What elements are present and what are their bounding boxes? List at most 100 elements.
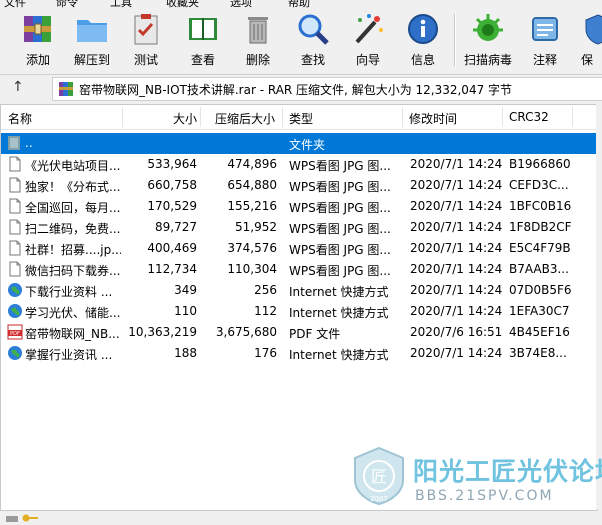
cell-modified: 2020/7/1 14:24 bbox=[410, 283, 503, 297]
file-row[interactable]: 下载行业资料 ... 349 256 Internet 快捷方式 2020/7/1 14… bbox=[1, 280, 597, 301]
test-label: 测试 bbox=[133, 53, 158, 67]
cell-name: 扫二维码，免费... bbox=[25, 222, 121, 236]
drive-icon bbox=[6, 516, 18, 522]
cell-type: WPS看图 JPG 图... bbox=[289, 222, 391, 236]
cell-type: Internet 快捷方式 bbox=[289, 348, 389, 362]
cell-packed: 51,952 bbox=[235, 220, 277, 234]
cell-type: WPS看图 JPG 图... bbox=[289, 264, 391, 278]
cell-size: 10,363,219 bbox=[128, 325, 197, 339]
delete-trash-icon bbox=[248, 17, 268, 44]
column-divider[interactable] bbox=[122, 107, 123, 127]
virus-scan-button[interactable]: 扫描病毒 bbox=[461, 6, 515, 70]
delete-label: 删除 bbox=[245, 53, 270, 67]
column-divider[interactable] bbox=[200, 107, 201, 127]
find-magnifier-icon bbox=[298, 14, 329, 45]
cell-type: WPS看图 JPG 图... bbox=[289, 243, 391, 257]
file-row[interactable]: PDF 窑带物联网_NB... 10,363,219 3,675,680 PDF 文件 2… bbox=[1, 322, 597, 343]
info-button[interactable]: 信息 bbox=[396, 6, 450, 70]
cell-modified: 2020/7/1 14:24 bbox=[410, 262, 503, 276]
cell-crc: E5C4F79B bbox=[509, 241, 571, 255]
cell-name: 下载行业资料 ... bbox=[25, 285, 113, 299]
parent-folder-row[interactable]: .. 文件夹 bbox=[1, 133, 597, 154]
cell-name: .. bbox=[25, 136, 33, 150]
extract-folder-icon bbox=[77, 20, 107, 42]
info-icon bbox=[408, 14, 438, 44]
globe-icon bbox=[1, 301, 23, 322]
file-row[interactable]: 学习光伏、储能... 110 112 Internet 快捷方式 2020/7/1 14… bbox=[1, 301, 597, 322]
cell-modified: 2020/7/1 14:24 bbox=[410, 346, 503, 360]
wizard-wand-icon bbox=[355, 14, 383, 44]
up-one-level-button[interactable]: ↑ bbox=[12, 79, 24, 95]
cell-packed: 374,576 bbox=[227, 241, 277, 255]
column-crc[interactable]: CRC32 bbox=[509, 110, 549, 124]
add-button[interactable]: 添加 bbox=[11, 6, 65, 70]
folder-up-icon bbox=[1, 133, 23, 154]
protect-label: 保 bbox=[581, 53, 594, 67]
cell-packed: 3,675,680 bbox=[215, 325, 277, 339]
cell-packed: 176 bbox=[254, 346, 277, 360]
cell-size: 170,529 bbox=[147, 199, 197, 213]
pdf-file-icon: PDF bbox=[1, 322, 23, 343]
add-archive-icon bbox=[24, 16, 51, 42]
cell-name: 全国巡回，每月... bbox=[25, 201, 121, 215]
comment-icon bbox=[532, 17, 558, 41]
virus-scan-icon bbox=[473, 14, 503, 41]
cell-crc: 1F8DB2CF bbox=[509, 220, 572, 234]
key-icon bbox=[22, 514, 38, 522]
cell-size: 89,727 bbox=[155, 220, 197, 234]
rar-archive-icon bbox=[59, 82, 73, 96]
cell-crc: 3B74E8... bbox=[509, 346, 567, 360]
column-divider[interactable] bbox=[502, 107, 503, 127]
protect-shield-icon bbox=[585, 14, 602, 45]
info-label: 信息 bbox=[410, 53, 435, 67]
toolbar: 添加 解压到 测试 查看 删除 查找 向导 信息 扫描病毒 注释 保 bbox=[0, 6, 602, 70]
file-row[interactable]: 社群！招募....jp... 400,469 374,576 WPS看图 JPG 图.… bbox=[1, 238, 597, 259]
cell-type: Internet 快捷方式 bbox=[289, 285, 389, 299]
address-bar: ↑ 窑带物联网_NB-IOT技术讲解.rar - RAR 压缩文件, 解包大小为… bbox=[0, 74, 602, 101]
file-row[interactable]: 独家！《分布式... 660,758 654,880 WPS看图 JPG 图... 20… bbox=[1, 175, 597, 196]
cell-name: 微信扫码下载券... bbox=[25, 264, 121, 278]
cell-name: 学习光伏、储能... bbox=[25, 306, 121, 320]
cell-modified: 2020/7/1 14:24 bbox=[410, 220, 503, 234]
file-row[interactable]: 微信扫码下载券... 112,734 110,304 WPS看图 JPG 图... 20… bbox=[1, 259, 597, 280]
view-button[interactable]: 查看 bbox=[176, 6, 230, 70]
column-packed[interactable]: 压缩后大小 bbox=[215, 110, 275, 127]
column-type[interactable]: 类型 bbox=[289, 110, 313, 127]
find-button[interactable]: 查找 bbox=[286, 6, 340, 70]
jpg-file-icon bbox=[1, 238, 23, 259]
cell-type: WPS看图 JPG 图... bbox=[289, 201, 391, 215]
cell-name: 社群！招募....jp... bbox=[25, 243, 121, 257]
comment-button[interactable]: 注释 bbox=[518, 6, 572, 70]
wizard-label: 向导 bbox=[355, 53, 380, 67]
wizard-button[interactable]: 向导 bbox=[341, 6, 395, 70]
archive-path-text: 窑带物联网_NB-IOT技术讲解.rar - RAR 压缩文件, 解包大小为 1… bbox=[79, 83, 513, 97]
jpg-file-icon bbox=[1, 175, 23, 196]
column-modified[interactable]: 修改时间 bbox=[409, 110, 457, 127]
column-divider[interactable] bbox=[572, 107, 573, 127]
column-divider[interactable] bbox=[402, 107, 403, 127]
file-row[interactable]: 掌握行业资讯 ... 188 176 Internet 快捷方式 2020/7/1 14… bbox=[1, 343, 597, 364]
cell-packed: 256 bbox=[254, 283, 277, 297]
delete-button[interactable]: 删除 bbox=[231, 6, 285, 70]
column-divider[interactable] bbox=[282, 107, 283, 127]
extract-to-label: 解压到 bbox=[73, 53, 110, 67]
column-size[interactable]: 大小 bbox=[173, 110, 197, 127]
find-label: 查找 bbox=[300, 53, 325, 67]
cell-crc: B1966860 bbox=[509, 157, 571, 171]
file-row[interactable]: 《光伏电站项目... 533,964 474,896 WPS看图 JPG 图... 20… bbox=[1, 154, 597, 175]
test-button[interactable]: 测试 bbox=[119, 6, 173, 70]
cell-crc: CEFD3C... bbox=[509, 178, 569, 192]
cell-packed: 654,880 bbox=[227, 178, 277, 192]
extract-to-button[interactable]: 解压到 bbox=[65, 6, 119, 70]
cell-size: 660,758 bbox=[147, 178, 197, 192]
test-clipboard-icon bbox=[134, 14, 158, 45]
cell-type: WPS看图 JPG 图... bbox=[289, 180, 391, 194]
cell-modified: 2020/7/1 14:24 bbox=[410, 199, 503, 213]
toolbar-separator bbox=[454, 14, 456, 66]
protect-button[interactable]: 保 bbox=[575, 6, 602, 70]
archive-path-field[interactable]: 窑带物联网_NB-IOT技术讲解.rar - RAR 压缩文件, 解包大小为 1… bbox=[52, 77, 602, 101]
file-row[interactable]: 全国巡回，每月... 170,529 155,216 WPS看图 JPG 图... 20… bbox=[1, 196, 597, 217]
column-name[interactable]: 名称 bbox=[8, 110, 32, 127]
file-row[interactable]: 扫二维码，免费... 89,727 51,952 WPS看图 JPG 图... 2020… bbox=[1, 217, 597, 238]
globe-icon bbox=[1, 280, 23, 301]
